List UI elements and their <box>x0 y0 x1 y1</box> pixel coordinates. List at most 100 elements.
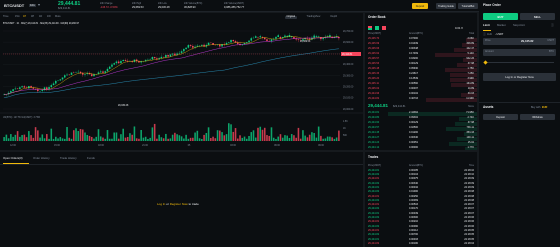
amount-slider[interactable] <box>483 60 554 65</box>
volume-bar <box>259 126 262 141</box>
tick-size-select[interactable]: 0.01 ▾ <box>455 27 463 30</box>
volume-bar <box>66 126 68 141</box>
volume-bar <box>270 127 273 141</box>
orderbook-view-bids-icon[interactable] <box>375 26 379 30</box>
volume-bar <box>306 137 309 141</box>
trade-time: 22:18:06 <box>464 216 474 220</box>
trade-time: 22:18:07 <box>464 203 474 207</box>
orderbook-row[interactable]: 29,444.82 0.40716 11.99K <box>365 97 477 102</box>
login-link[interactable]: Log In <box>157 202 165 206</box>
orders-tab[interactable]: Order History <box>33 157 50 160</box>
volume-bar <box>295 137 297 141</box>
order-type-underline <box>483 30 491 31</box>
volume-bar <box>248 135 250 141</box>
avbl-value: - USDT <box>495 32 504 36</box>
y-tick-label: 29,300.00 <box>343 75 354 77</box>
orders-tab[interactable]: Open Orders(0) <box>3 157 23 160</box>
volume-bar <box>207 127 210 141</box>
orderbook-view-asks-icon[interactable] <box>382 26 386 30</box>
candle-body <box>293 37 295 39</box>
trading-bots-button[interactable]: Tutorial/Bot <box>458 3 478 9</box>
ob-amount: 0.00129 <box>409 121 419 125</box>
ob-amount: 0.00560 <box>409 82 419 86</box>
volume-bar <box>331 137 333 141</box>
ob-total: 37.98 <box>467 62 474 66</box>
order-type-tab[interactable]: Stop-limit <box>513 24 525 27</box>
trading-guide-button[interactable]: Trading Guide <box>436 3 456 9</box>
order-type-tab[interactable]: Market <box>497 24 506 27</box>
price-value[interactable]: 29,445.82 <box>521 40 533 43</box>
volume-bar <box>315 137 318 141</box>
ob-price: 29,445.57 <box>368 57 380 61</box>
trade-amount: 0.00300 <box>409 216 419 220</box>
candle-body <box>111 64 113 67</box>
order-type-tabs: Limit Market Stop-limit ⓘ <box>483 24 557 29</box>
trade-price: 29,444.82 <box>368 173 380 177</box>
assets-deposit-button[interactable]: Deposit <box>483 114 518 120</box>
low-marker-label: 29,030.28 <box>118 105 129 107</box>
info-icon[interactable]: ⓘ <box>483 33 486 36</box>
amount-field[interactable]: Amount BTC <box>483 49 556 56</box>
deposit-top-button[interactable]: Deposit <box>412 3 428 9</box>
ob-amount: 0.00348 <box>409 47 419 51</box>
volume-bar <box>90 136 93 141</box>
volume-bar <box>97 129 100 141</box>
pair-symbol[interactable]: BTC/USDT <box>4 4 24 8</box>
volume-bar <box>93 138 95 141</box>
orderbook-more-link[interactable]: More <box>468 105 474 109</box>
trades-header-amount: Amount(BTC) <box>409 165 424 167</box>
sell-tab-button[interactable]: SELL <box>520 13 555 20</box>
orderbook-row[interactable]: 29,444.12 0.06000 1.77K <box>365 146 477 150</box>
ob-price: 29,445.69 <box>368 42 380 46</box>
candle-body <box>12 89 14 92</box>
assets-withdraw-button[interactable]: Withdraw <box>520 114 555 120</box>
candle-body <box>169 54 172 57</box>
order-type-tab[interactable]: Limit <box>483 24 490 27</box>
volume-bar <box>203 134 205 141</box>
orders-tab[interactable]: Funds <box>87 157 95 160</box>
candle-body <box>23 86 26 88</box>
stat-label: 24h Volume(USDT) <box>224 2 244 5</box>
candle-body <box>207 42 210 45</box>
volume-bar <box>23 134 26 141</box>
x-tick-label: 21:00 <box>142 145 148 147</box>
orders-tab[interactable]: Trade History <box>60 157 77 160</box>
stat-label: 24h Change <box>100 2 113 5</box>
ob-amount: 0.09302 <box>409 116 419 120</box>
volume-bar <box>219 130 221 141</box>
volume-bar <box>286 135 288 141</box>
ob-price: 29,445.48 <box>368 67 380 71</box>
buy-with-currency[interactable]: EUR <box>542 106 547 110</box>
ob-price: 29,445.70 <box>368 37 380 41</box>
buy-tab-button[interactable]: BUY <box>483 13 518 20</box>
volume-bar <box>234 128 237 141</box>
volume-bar <box>214 138 217 141</box>
slider-handle[interactable] <box>483 60 488 65</box>
trade-price: 29,444.81 <box>368 211 380 215</box>
order-type-info-icon[interactable]: ⓘ <box>551 24 554 27</box>
leverage-badge[interactable]: 10x <box>29 4 36 7</box>
candlestick-chart[interactable]: 29,700.0029,600.0029,500.0029,400.0029,3… <box>0 13 363 150</box>
price-field[interactable]: Price 29,445.82 USDT <box>483 38 556 45</box>
ob-total: 353.33 <box>466 131 474 135</box>
ob-header-total: Total <box>469 33 474 35</box>
volume-bar <box>245 138 248 141</box>
volume-bar <box>223 135 226 141</box>
assets-title: Assets <box>483 105 494 109</box>
trade-time: 22:18:09 <box>464 181 474 185</box>
login-register-button[interactable]: Log In or Register Now <box>483 73 556 81</box>
register-link[interactable]: Register Now <box>170 202 188 206</box>
volume-bar <box>236 138 239 141</box>
orderbook-view-both-icon[interactable] <box>368 26 372 30</box>
candle-body <box>50 85 53 88</box>
volume-bar <box>28 131 30 141</box>
volume-bar <box>43 138 46 141</box>
ob-amount: 0.03200 <box>409 57 419 61</box>
orderbook-panel: Order Book 0.01 ▾ Price(USDT) Amount(BTC… <box>365 13 477 150</box>
tabs-divider <box>0 164 363 165</box>
volume-bar <box>185 134 187 141</box>
candle-body <box>14 88 17 90</box>
volume-bar <box>169 138 172 141</box>
chevron-down-icon[interactable]: ▾ <box>38 3 40 7</box>
volume-bar <box>46 134 48 141</box>
